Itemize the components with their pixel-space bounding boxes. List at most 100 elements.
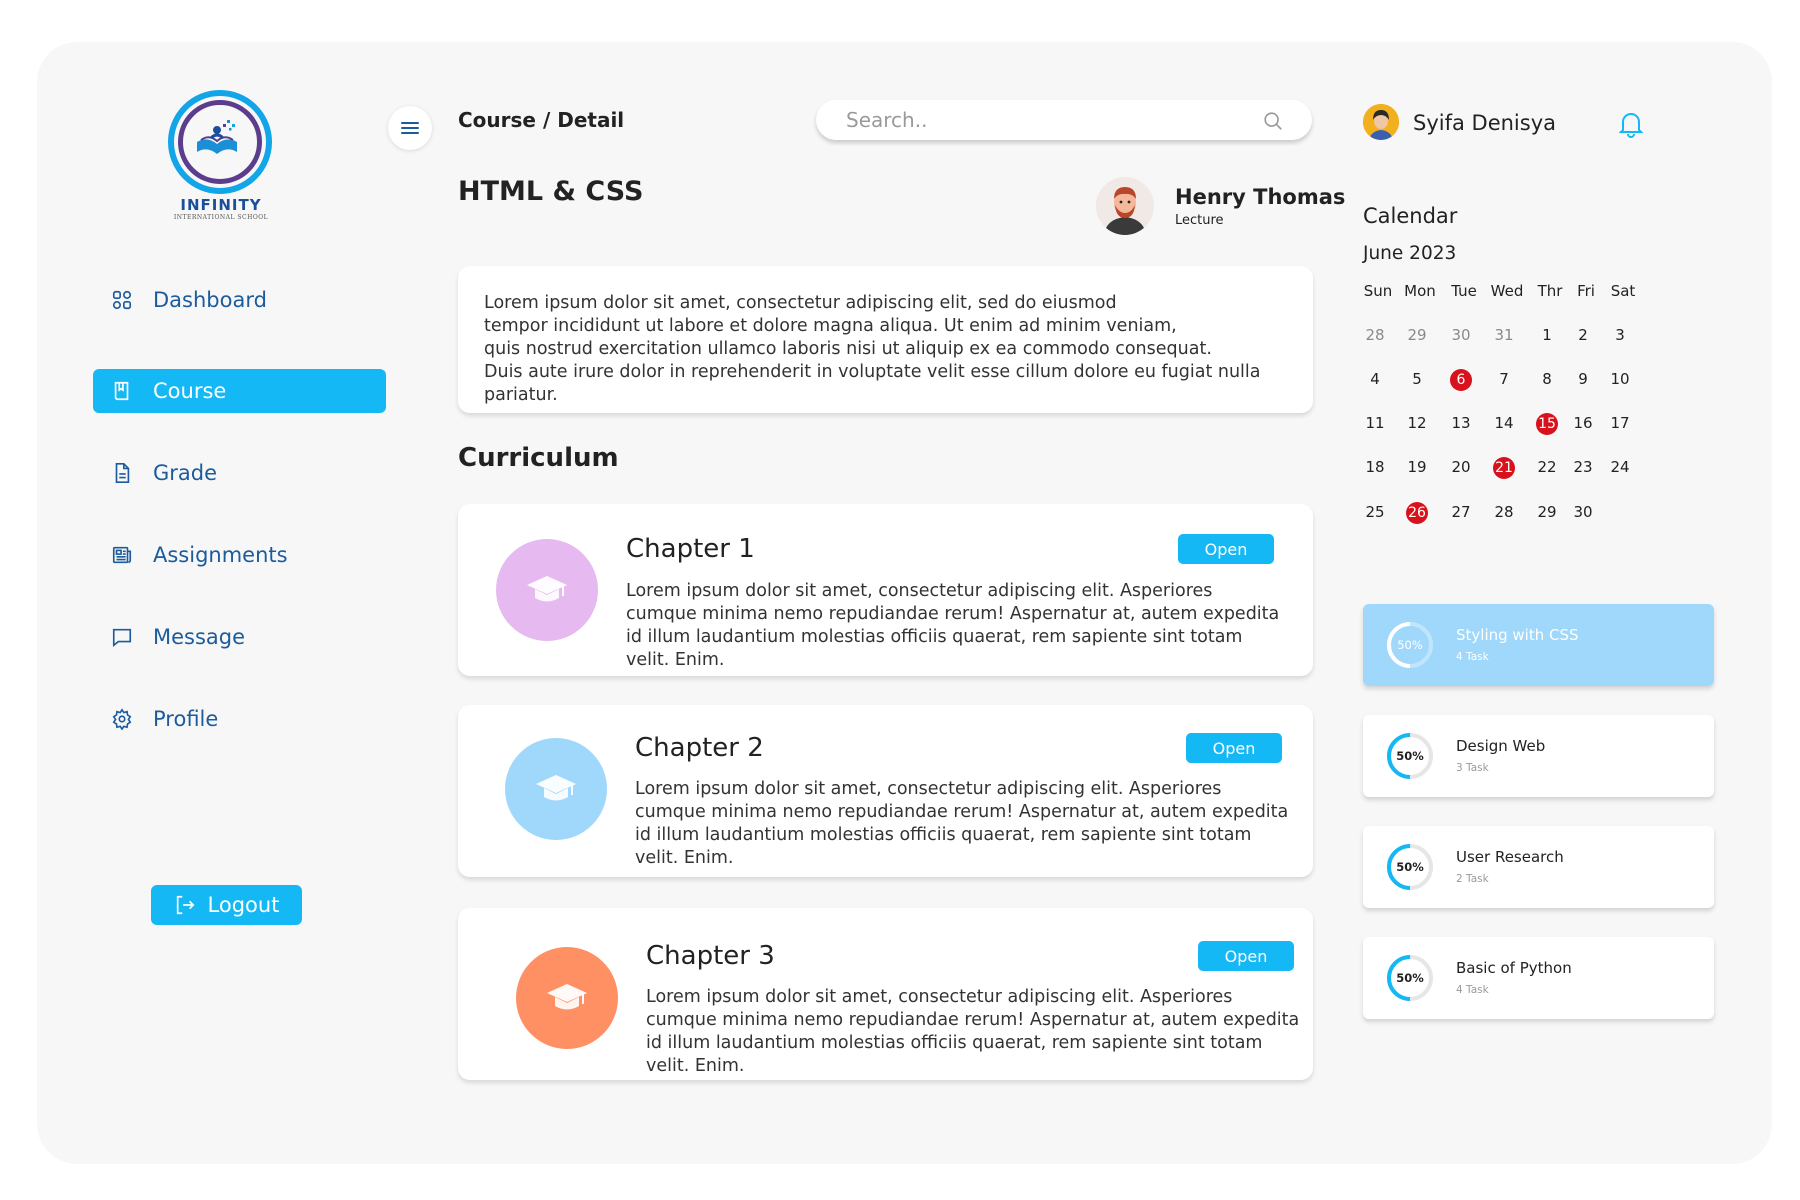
calendar-weekday: Sun bbox=[1363, 282, 1393, 300]
sidebar-item-grade[interactable]: Grade bbox=[93, 451, 386, 495]
brand-name: INFINITY bbox=[180, 196, 262, 214]
sidebar-item-course[interactable]: Course bbox=[93, 369, 386, 413]
calendar-day[interactable]: 19 bbox=[1401, 454, 1433, 480]
calendar-weekday: Sat bbox=[1610, 282, 1636, 300]
calendar-day[interactable]: 12 bbox=[1401, 410, 1433, 436]
calendar-day[interactable]: 1 bbox=[1531, 322, 1563, 348]
sidebar-item-label: Assignments bbox=[153, 543, 288, 567]
logout-button[interactable]: Logout bbox=[151, 885, 302, 925]
book-icon bbox=[114, 381, 129, 401]
calendar-day[interactable]: 28 bbox=[1488, 499, 1520, 525]
task-name: Design Web bbox=[1456, 737, 1546, 755]
brand-tagline: INTERNATIONAL SCHOOL bbox=[173, 214, 269, 221]
gear-icon bbox=[112, 708, 132, 730]
chapter-description: Lorem ipsum dolor sit amet, consectetur … bbox=[635, 779, 1289, 868]
calendar-day[interactable]: 29 bbox=[1401, 322, 1433, 348]
calendar-day[interactable]: 18 bbox=[1359, 454, 1391, 480]
progress-label: 50% bbox=[1396, 971, 1424, 985]
calendar-day-event[interactable]: 6 bbox=[1445, 366, 1477, 392]
user-name: Syifa Denisya bbox=[1413, 111, 1557, 135]
calendar-day[interactable]: 13 bbox=[1445, 410, 1477, 436]
calendar-day[interactable]: 31 bbox=[1488, 322, 1520, 348]
search-icon[interactable] bbox=[1262, 110, 1284, 132]
calendar-day-event[interactable]: 26 bbox=[1401, 499, 1433, 525]
chapter-open-button[interactable]: Open bbox=[1198, 941, 1294, 971]
task-name: User Research bbox=[1456, 848, 1564, 866]
chapter-card: Chapter 3 Lorem ipsum dolor sit amet, co… bbox=[458, 908, 1313, 1080]
task-card[interactable]: 50% Styling with CSS 4 Task bbox=[1363, 604, 1714, 686]
calendar-day[interactable]: 3 bbox=[1604, 322, 1636, 348]
calendar-day[interactable]: 8 bbox=[1531, 366, 1563, 392]
calendar-day[interactable]: 28 bbox=[1359, 322, 1391, 348]
sidebar-item-profile[interactable]: Profile bbox=[93, 697, 386, 741]
chapter-card: Chapter 2 Lorem ipsum dolor sit amet, co… bbox=[458, 705, 1313, 877]
calendar-day[interactable]: 10 bbox=[1604, 366, 1636, 392]
course-description-card: Lorem ipsum dolor sit amet, consectetur … bbox=[458, 266, 1313, 413]
search-input[interactable] bbox=[846, 108, 1246, 132]
sidebar-item-dashboard[interactable]: Dashboard bbox=[93, 278, 386, 322]
progress-label: 50% bbox=[1397, 638, 1423, 652]
calendar-day[interactable]: 9 bbox=[1567, 366, 1599, 392]
course-title: HTML & CSS bbox=[458, 176, 644, 207]
sidebar-item-label: Dashboard bbox=[153, 288, 267, 312]
calendar-day[interactable]: 14 bbox=[1488, 410, 1520, 436]
chapter-title: Chapter 2 bbox=[635, 733, 764, 763]
calendar-day[interactable]: 5 bbox=[1401, 366, 1433, 392]
calendar-day[interactable]: 20 bbox=[1445, 454, 1477, 480]
calendar-day[interactable]: 2 bbox=[1567, 322, 1599, 348]
calendar-day[interactable]: 30 bbox=[1445, 322, 1477, 348]
calendar-day-event[interactable]: 21 bbox=[1488, 454, 1520, 480]
lecturer-role: Lecture bbox=[1175, 213, 1224, 228]
calendar-weekday: Wed bbox=[1490, 282, 1524, 300]
graduation-cap-icon bbox=[496, 539, 598, 641]
graduation-cap-icon bbox=[516, 947, 618, 1049]
calendar-day[interactable]: 4 bbox=[1359, 366, 1391, 392]
calendar-day[interactable]: 16 bbox=[1567, 410, 1599, 436]
chapter-open-button[interactable]: Open bbox=[1178, 534, 1274, 564]
calendar-month: June 2023 bbox=[1363, 243, 1457, 264]
hamburger-menu-icon bbox=[401, 122, 419, 134]
calendar-day[interactable]: 17 bbox=[1604, 410, 1636, 436]
sidebar-item-label: Profile bbox=[153, 707, 219, 731]
menu-toggle-button[interactable] bbox=[388, 106, 432, 150]
dashboard-grid-icon bbox=[112, 290, 132, 310]
calendar-day[interactable]: 22 bbox=[1531, 454, 1563, 480]
sidebar-item-label: Course bbox=[153, 379, 227, 403]
sidebar-item-message[interactable]: Message bbox=[93, 615, 386, 659]
progress-label: 50% bbox=[1396, 749, 1424, 763]
task-count: 2 Task bbox=[1456, 873, 1489, 885]
calendar-day[interactable]: 11 bbox=[1359, 410, 1391, 436]
calendar-weekday: Tue bbox=[1451, 282, 1477, 300]
calendar-heading: Calendar bbox=[1363, 204, 1458, 228]
search-bar bbox=[816, 100, 1312, 140]
task-card[interactable]: 50% User Research 2 Task bbox=[1363, 826, 1714, 908]
calendar-day[interactable]: 7 bbox=[1488, 366, 1520, 392]
calendar-day[interactable]: 24 bbox=[1604, 454, 1636, 480]
calendar-day[interactable]: 25 bbox=[1359, 499, 1391, 525]
school-logo: INFINITY INTERNATIONAL SCHOOL bbox=[165, 90, 277, 222]
newspaper-icon bbox=[112, 546, 132, 564]
chapter-title: Chapter 1 bbox=[626, 534, 755, 564]
calendar-day-event[interactable]: 15 bbox=[1531, 410, 1563, 436]
task-card[interactable]: 50% Design Web 3 Task bbox=[1363, 715, 1714, 797]
notification-bell-icon[interactable] bbox=[1618, 110, 1644, 138]
chapter-card: Chapter 1 Lorem ipsum dolor sit amet, co… bbox=[458, 504, 1313, 676]
chapter-title: Chapter 3 bbox=[646, 941, 775, 971]
calendar-day[interactable]: 23 bbox=[1567, 454, 1599, 480]
calendar-day[interactable]: 30 bbox=[1567, 499, 1599, 525]
graduation-cap-icon bbox=[505, 738, 607, 840]
logout-icon bbox=[176, 895, 194, 915]
calendar-weekday: Mon bbox=[1404, 282, 1436, 300]
chapter-description: Lorem ipsum dolor sit amet, consectetur … bbox=[626, 581, 1280, 670]
task-card[interactable]: 50% Basic of Python 4 Task bbox=[1363, 937, 1714, 1019]
sidebar-item-label: Grade bbox=[153, 461, 218, 485]
user-avatar[interactable] bbox=[1363, 104, 1399, 140]
calendar-weekday: Fri bbox=[1577, 282, 1595, 300]
sidebar-item-label: Message bbox=[153, 625, 246, 649]
task-count: 4 Task bbox=[1456, 984, 1489, 996]
chapter-open-button[interactable]: Open bbox=[1186, 733, 1282, 763]
calendar-day[interactable]: 27 bbox=[1445, 499, 1477, 525]
open-book-icon bbox=[197, 120, 237, 154]
calendar-day[interactable]: 29 bbox=[1531, 499, 1563, 525]
sidebar-item-assignments[interactable]: Assignments bbox=[93, 533, 386, 577]
